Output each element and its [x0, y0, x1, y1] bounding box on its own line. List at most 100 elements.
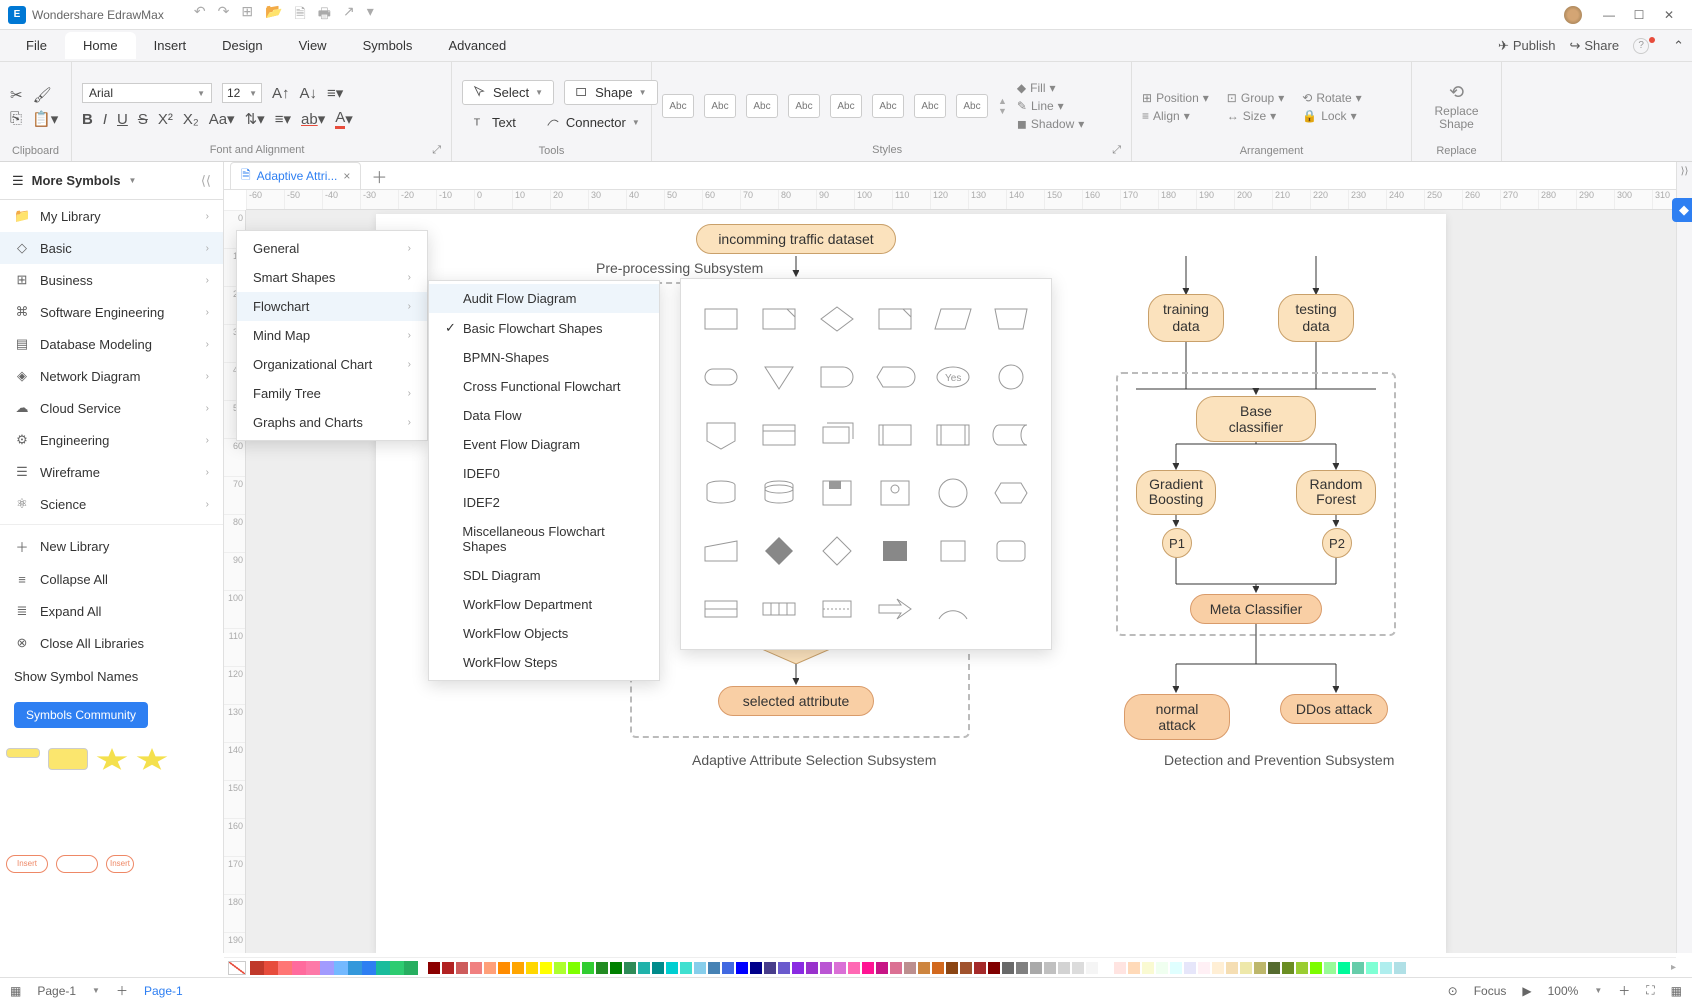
- shape-subroutine[interactable]: [931, 413, 975, 457]
- page-panel-icon[interactable]: ▦: [10, 984, 21, 998]
- style-preset-1[interactable]: Abc: [662, 94, 694, 118]
- shape-process-outline[interactable]: [931, 529, 975, 573]
- submenu-item-workflow-objects[interactable]: WorkFlow Objects: [429, 619, 659, 648]
- menu-home[interactable]: Home: [65, 32, 136, 59]
- color-swatch[interactable]: [404, 961, 418, 975]
- bullets-icon[interactable]: ≡▾: [275, 110, 291, 128]
- submenu-item-graphs-and-charts[interactable]: Graphs and Charts›: [237, 408, 427, 437]
- document-tab[interactable]: 🗎Adaptive Attri...×: [230, 162, 361, 190]
- color-swatch[interactable]: [1296, 962, 1308, 974]
- color-swatch[interactable]: [568, 962, 580, 974]
- sidebar-item-database-modeling[interactable]: ▤Database Modeling›: [0, 328, 223, 360]
- color-swatch[interactable]: [708, 962, 720, 974]
- color-swatch[interactable]: [1254, 962, 1266, 974]
- shape-database[interactable]: [699, 471, 743, 515]
- sidebar-item-engineering[interactable]: ⚙Engineering›: [0, 424, 223, 456]
- color-swatch[interactable]: [820, 962, 832, 974]
- collapse-ribbon-button[interactable]: ⌃: [1673, 38, 1684, 54]
- node-incoming[interactable]: incomming traffic dataset: [696, 224, 896, 254]
- style-preset-8[interactable]: Abc: [956, 94, 988, 118]
- color-swatch[interactable]: [1268, 962, 1280, 974]
- color-swatch[interactable]: [554, 962, 566, 974]
- color-swatch[interactable]: [1100, 962, 1112, 974]
- align-button[interactable]: ≡ Align ▾: [1142, 109, 1209, 123]
- qat-more-icon[interactable]: ▾: [367, 3, 374, 27]
- color-swatch[interactable]: [582, 962, 594, 974]
- sample-star[interactable]: [96, 748, 128, 772]
- menu-view[interactable]: View: [281, 32, 345, 59]
- export-icon[interactable]: ↗: [343, 3, 355, 27]
- sidebar-item-basic[interactable]: ◇Basic›: [0, 232, 223, 264]
- submenu-item-bpmn-shapes[interactable]: BPMN-Shapes: [429, 343, 659, 372]
- select-tool[interactable]: Select▼: [462, 80, 554, 105]
- font-color-icon[interactable]: A▾: [335, 109, 353, 129]
- menu-advanced[interactable]: Advanced: [430, 32, 524, 59]
- color-swatch[interactable]: [792, 962, 804, 974]
- shape-card[interactable]: [757, 297, 801, 341]
- sidebar-item-science[interactable]: ⚛Science›: [0, 488, 223, 520]
- color-swatch[interactable]: [680, 962, 692, 974]
- undo-icon[interactable]: ↶: [194, 3, 206, 27]
- color-swatch[interactable]: [806, 962, 818, 974]
- more-symbols-label[interactable]: More Symbols: [32, 173, 121, 188]
- color-swatch[interactable]: [264, 961, 278, 975]
- underline-icon[interactable]: U: [117, 111, 128, 128]
- font-dialog-launcher[interactable]: ⤢: [432, 144, 441, 157]
- node-normal[interactable]: normal attack: [1124, 694, 1230, 740]
- color-swatch[interactable]: [722, 962, 734, 974]
- sample-star[interactable]: [136, 748, 168, 772]
- lock-dropdown[interactable]: 🔒 Lock ▾: [1302, 109, 1361, 123]
- format-panel-icon[interactable]: ◆: [1672, 198, 1692, 222]
- color-swatch[interactable]: [1226, 962, 1238, 974]
- zoom-fit-icon[interactable]: ＋: [1618, 982, 1630, 999]
- style-preset-3[interactable]: Abc: [746, 94, 778, 118]
- shape-sort-filled[interactable]: [757, 529, 801, 573]
- shape-directdata[interactable]: [757, 471, 801, 515]
- publish-button[interactable]: ✈Publish: [1498, 38, 1556, 54]
- color-swatch[interactable]: [918, 962, 930, 974]
- page-dropdown-icon[interactable]: ▼: [92, 986, 100, 995]
- increase-font-icon[interactable]: A↑: [272, 85, 290, 102]
- shape-process-filled[interactable]: [873, 529, 917, 573]
- close-tab-icon[interactable]: ×: [343, 169, 350, 183]
- presentation-icon[interactable]: ▶: [1522, 984, 1531, 998]
- color-swatch[interactable]: [1380, 962, 1392, 974]
- color-swatch[interactable]: [1128, 962, 1140, 974]
- shape-display[interactable]: [873, 355, 917, 399]
- menu-insert[interactable]: Insert: [136, 32, 205, 59]
- new-tab-button[interactable]: ＋: [371, 164, 387, 188]
- color-swatch[interactable]: [320, 961, 334, 975]
- sidebar-item-network-diagram[interactable]: ◈Network Diagram›: [0, 360, 223, 392]
- italic-icon[interactable]: I: [103, 111, 107, 128]
- new-icon[interactable]: ⊞: [241, 3, 253, 27]
- node-p1[interactable]: P1: [1162, 528, 1192, 558]
- style-preset-7[interactable]: Abc: [914, 94, 946, 118]
- align-dropdown-icon[interactable]: ≡▾: [327, 84, 343, 102]
- size-dropdown[interactable]: ↔ Size ▾: [1227, 109, 1284, 123]
- submenu-item-data-flow[interactable]: Data Flow: [429, 401, 659, 430]
- color-swatch[interactable]: [334, 961, 348, 975]
- shape-process[interactable]: [699, 297, 743, 341]
- color-swatch[interactable]: [960, 962, 972, 974]
- color-swatch[interactable]: [596, 962, 608, 974]
- shape-preparation[interactable]: [989, 471, 1033, 515]
- shape-internal2[interactable]: [699, 587, 743, 631]
- fullscreen-icon[interactable]: ⛶: [1646, 983, 1654, 998]
- styles-scroll-up[interactable]: ▲: [998, 96, 1007, 106]
- color-swatch[interactable]: [1212, 962, 1224, 974]
- submenu-item-flowchart[interactable]: Flowchart›: [237, 292, 427, 321]
- color-swatch[interactable]: [1072, 962, 1084, 974]
- highlight-icon[interactable]: ab▾: [301, 110, 325, 128]
- shape-offpage[interactable]: [699, 413, 743, 457]
- color-swatch[interactable]: [1184, 962, 1196, 974]
- minimize-button[interactable]: —: [1594, 8, 1624, 22]
- color-swatch[interactable]: [1198, 962, 1210, 974]
- sidebar-item-cloud-service[interactable]: ☁Cloud Service›: [0, 392, 223, 424]
- position-dropdown[interactable]: ⊞ Position ▾: [1142, 91, 1209, 105]
- color-swatch[interactable]: [390, 961, 404, 975]
- help-button[interactable]: ?: [1633, 38, 1659, 54]
- color-swatch[interactable]: [1030, 962, 1042, 974]
- color-swatch[interactable]: [1366, 962, 1378, 974]
- collapse-sidebar-icon[interactable]: ⟨⟨: [201, 173, 211, 189]
- shape-manual-input[interactable]: [699, 529, 743, 573]
